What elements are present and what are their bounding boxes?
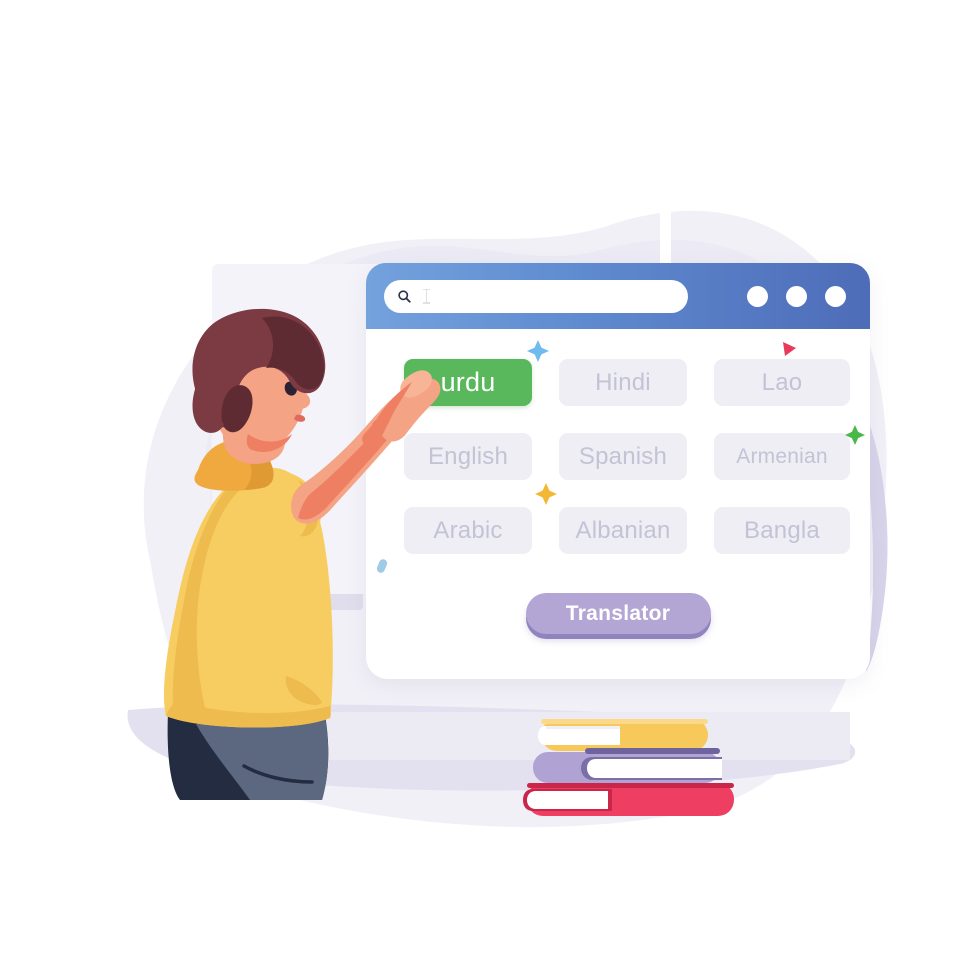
language-chip-urdu[interactable]: urdu	[404, 359, 532, 406]
language-grid: urdu Hindi Lao English Spanish Armenian …	[404, 359, 850, 554]
language-chip-arabic[interactable]: Arabic	[404, 507, 532, 554]
illustration-canvas: urdu Hindi Lao English Spanish Armenian …	[0, 0, 980, 980]
window-controls	[747, 285, 854, 307]
window-dot-2[interactable]	[786, 285, 807, 307]
translator-button[interactable]: Translator	[525, 593, 711, 634]
background-hook	[612, 170, 660, 196]
background-floor-band	[170, 712, 850, 760]
language-chip-hindi[interactable]: Hindi	[559, 359, 687, 406]
language-chip-albanian[interactable]: Albanian	[559, 507, 687, 554]
window-titlebar	[366, 263, 870, 329]
background-card-white	[212, 264, 382, 594]
background-pennant	[671, 168, 710, 196]
window-dot-1[interactable]	[747, 285, 768, 307]
window-dot-3[interactable]	[825, 285, 846, 307]
language-chip-bangla[interactable]: Bangla	[714, 507, 850, 554]
language-chip-lao[interactable]: Lao	[714, 359, 850, 406]
language-chip-spanish[interactable]: Spanish	[559, 433, 687, 480]
search-icon	[398, 289, 411, 303]
language-chip-english[interactable]: English	[404, 433, 532, 480]
translator-action-row: Translator	[366, 593, 870, 634]
language-chip-armenian[interactable]: Armenian	[714, 433, 850, 480]
text-cursor-icon	[423, 288, 430, 304]
search-input[interactable]	[384, 279, 688, 313]
translator-window: urdu Hindi Lao English Spanish Armenian …	[366, 263, 870, 679]
background-ribbon	[245, 153, 466, 205]
